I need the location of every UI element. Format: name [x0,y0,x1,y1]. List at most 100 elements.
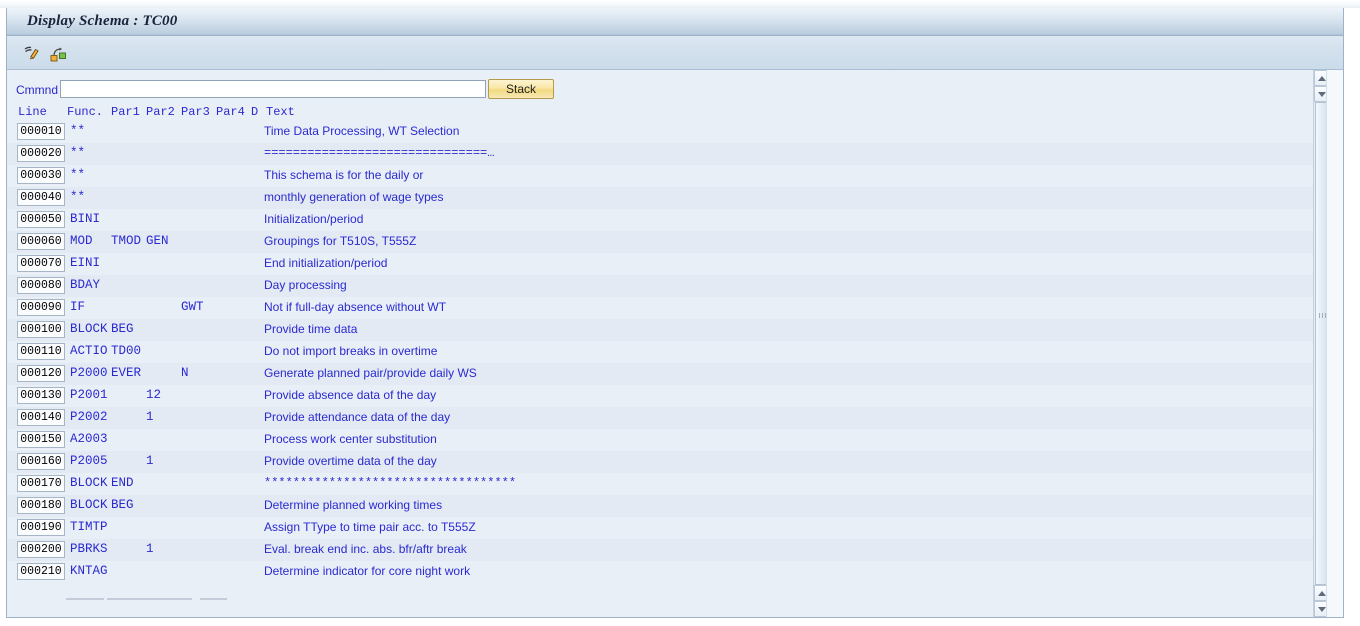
cell-par1[interactable]: BEG [111,498,134,512]
cell-func[interactable]: BLOCK [70,476,108,490]
line-number-field[interactable]: 000020 [17,145,65,162]
table-row[interactable]: 000100 BLOCK BEG Provide time data [7,319,1313,341]
cell-func[interactable]: PBRKS [70,542,108,556]
cell-func[interactable]: BINI [70,212,100,226]
cell-par2[interactable]: 1 [146,410,154,424]
cell-text[interactable]: End initialization/period [264,256,387,270]
table-row[interactable]: 000090 IF GWT Not if full-day absence witho… [7,297,1313,319]
cell-text[interactable]: monthly generation of wage types [264,190,443,204]
cell-func[interactable]: BLOCK [70,498,108,512]
table-row[interactable]: 000080 BDAY Day processing [7,275,1313,297]
line-number-field[interactable]: 000110 [17,343,65,360]
cell-par1[interactable]: END [111,476,134,490]
cell-func[interactable]: KNTAG [70,564,108,578]
line-number-field[interactable]: 000120 [17,365,65,382]
cell-func[interactable]: BDAY [70,278,100,292]
table-row[interactable]: 000110 ACTIO TD00 Do not import breaks in o… [7,341,1313,363]
line-number-field[interactable]: 000200 [17,541,65,558]
cell-text[interactable]: Provide overtime data of the day [264,454,437,468]
cell-func[interactable]: A2003 [70,432,108,446]
line-number-field[interactable]: 000090 [17,299,65,316]
table-row[interactable]: 000180 BLOCK BEG Determine planned working … [7,495,1313,517]
cell-par1[interactable]: BEG [111,322,134,336]
stack-button[interactable]: Stack [488,79,554,99]
cell-par1[interactable]: TMOD [111,234,141,248]
line-number-field[interactable]: 000170 [17,475,65,492]
line-number-field[interactable]: 000180 [17,497,65,514]
cell-text[interactable]: This schema is for the daily or [264,168,423,182]
cell-text[interactable]: Generate planned pair/provide daily WS [264,366,477,380]
cell-text[interactable]: Eval. break end inc. abs. bfr/aftr break [264,542,467,556]
cell-par2[interactable]: 12 [146,388,161,402]
cell-func[interactable]: BLOCK [70,322,108,336]
cell-text[interactable]: *********************************** [264,476,516,490]
schema-structure-icon[interactable] [48,43,68,63]
table-row[interactable]: 000070 EINI End initialization/period [7,253,1313,275]
cell-text[interactable]: Process work center substitution [264,432,437,446]
cell-par1[interactable]: EVER [111,366,141,380]
table-row[interactable]: 000030 ** This schema is for the daily or [7,165,1313,187]
cell-par2[interactable]: 1 [146,454,154,468]
cell-func[interactable]: IF [70,300,85,314]
cell-func[interactable]: ** [70,124,85,138]
cell-text[interactable]: Determine planned working times [264,498,442,512]
cell-text[interactable]: Groupings for T510S, T555Z [264,234,416,248]
line-number-field[interactable]: 000060 [17,233,65,250]
line-number-field[interactable]: 000030 [17,167,65,184]
table-row[interactable]: 000170 BLOCK END **************************… [7,473,1313,495]
cell-text[interactable]: Day processing [264,278,347,292]
cell-text[interactable]: Determine indicator for core night work [264,564,470,578]
line-number-field[interactable]: 000160 [17,453,65,470]
cell-func[interactable]: ** [70,168,85,182]
cell-text[interactable]: Provide absence data of the day [264,388,436,402]
table-row[interactable]: 000020 ** ===============================… [7,143,1313,165]
cell-text[interactable]: Time Data Processing, WT Selection [264,124,459,138]
line-number-field[interactable]: 000080 [17,277,65,294]
line-number-field[interactable]: 000130 [17,387,65,404]
table-row[interactable]: 000050 BINI Initialization/period [7,209,1313,231]
line-number-field[interactable]: 000190 [17,519,65,536]
table-row[interactable]: 000200 PBRKS 1 Eval. break end inc. abs. bf… [7,539,1313,561]
cell-func[interactable]: ** [70,146,85,160]
cell-func[interactable]: P2001 [70,388,108,402]
line-number-field[interactable]: 000140 [17,409,65,426]
cell-par1[interactable]: TD00 [111,344,141,358]
table-row[interactable]: 000060 MOD TMOD GEN Groupings for T510S, T55… [7,231,1313,253]
cell-func[interactable]: P2002 [70,410,108,424]
vertical-scrollbar-inner[interactable] [1326,70,1343,617]
cell-par2[interactable]: 1 [146,542,154,556]
cell-text[interactable]: Assign TType to time pair acc. to T555Z [264,520,476,534]
table-row[interactable]: 000160 P2005 1 Provide overtime data of the… [7,451,1313,473]
table-row[interactable]: 000010 ** Time Data Processing, WT Selecti… [7,121,1313,143]
table-row[interactable]: 000040 ** monthly generation of wage types [7,187,1313,209]
cell-text[interactable]: Provide attendance data of the day [264,410,450,424]
table-row[interactable]: 000190 TIMTP Assign TType to time pair acc… [7,517,1313,539]
cell-par3[interactable]: GWT [181,300,204,314]
table-row[interactable]: 000130 P2001 12 Provide absence data of the… [7,385,1313,407]
cell-text[interactable]: Initialization/period [264,212,363,226]
cell-text[interactable]: ===============================… [264,146,494,160]
line-number-field[interactable]: 000100 [17,321,65,338]
cell-text[interactable]: Not if full-day absence without WT [264,300,446,314]
cell-func[interactable]: ** [70,190,85,204]
cell-func[interactable]: MOD [70,234,93,248]
line-number-field[interactable]: 000050 [17,211,65,228]
cell-par2[interactable]: GEN [146,234,169,248]
hscroll-thumb[interactable] [107,598,192,600]
line-number-field[interactable]: 000010 [17,123,65,140]
horizontal-scrollbar[interactable] [7,592,307,604]
cell-text[interactable]: Provide time data [264,322,357,336]
line-number-field[interactable]: 000070 [17,255,65,272]
cell-par3[interactable]: N [181,366,189,380]
line-number-field[interactable]: 000040 [17,189,65,206]
table-row[interactable]: 000140 P2002 1 Provide attendance data of t… [7,407,1313,429]
cell-func[interactable]: EINI [70,256,100,270]
table-row[interactable]: 000210 KNTAG Determine indicator for core … [7,561,1313,583]
command-input[interactable] [60,80,486,98]
line-number-field[interactable]: 000150 [17,431,65,448]
cell-func[interactable]: TIMTP [70,520,108,534]
edit-pencil-icon[interactable] [22,43,42,63]
cell-func[interactable]: ACTIO [70,344,108,358]
cell-text[interactable]: Do not import breaks in overtime [264,344,437,358]
table-row[interactable]: 000120 P2000 EVER N Generate planned pair/pr… [7,363,1313,385]
